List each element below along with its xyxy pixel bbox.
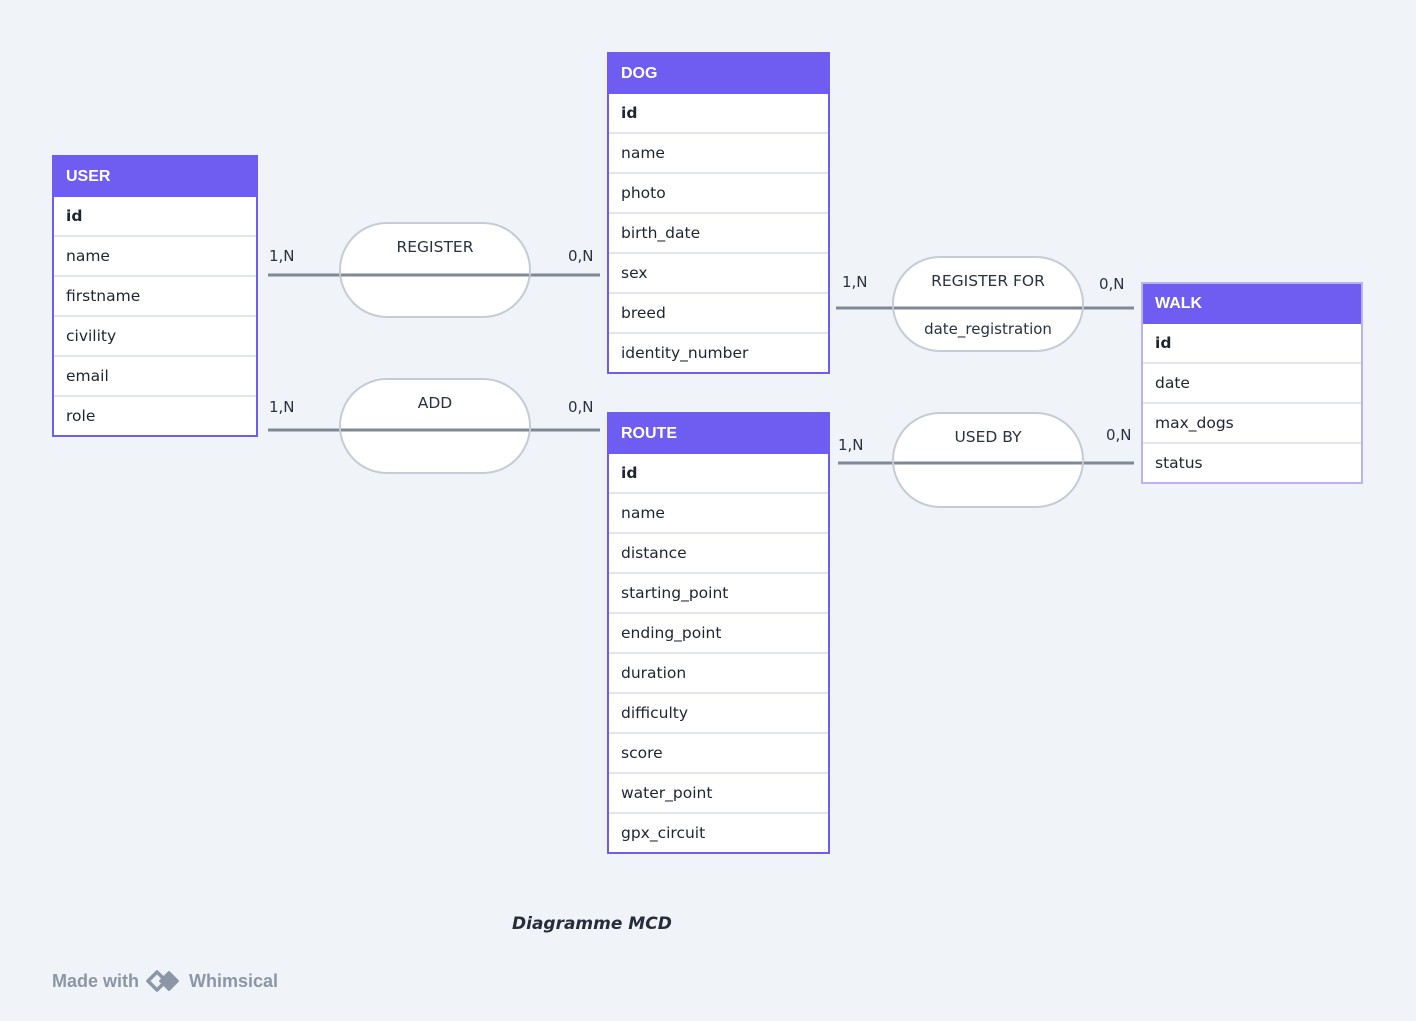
entity-dog[interactable]: DOG id name photo birth_date sex breed i…: [607, 52, 830, 374]
entity-user[interactable]: USER id name firstname civility email ro…: [52, 155, 258, 437]
entity-field: name: [609, 134, 828, 174]
entity-field: civility: [54, 317, 256, 357]
entity-title: WALK: [1143, 284, 1361, 324]
entity-walk[interactable]: WALK id date max_dogs status: [1141, 282, 1363, 484]
cardinality-user-register: 1,N: [269, 247, 295, 265]
entity-title: ROUTE: [609, 414, 828, 454]
entity-field: date: [1143, 364, 1361, 404]
cardinality-dog-register: 0,N: [568, 247, 594, 265]
entity-field: name: [609, 494, 828, 534]
cardinality-user-add: 1,N: [269, 398, 295, 416]
entity-field: distance: [609, 534, 828, 574]
diagram-canvas: REGISTER ADD REGISTER FOR date_registrat…: [0, 0, 1416, 1021]
association-name: USED BY: [954, 428, 1022, 446]
entity-field: difficulty: [609, 694, 828, 734]
entity-field-primary-key: id: [609, 94, 828, 134]
made-with-label: Made with: [52, 970, 140, 991]
entity-title: USER: [54, 157, 256, 197]
entity-title: DOG: [609, 54, 828, 94]
entity-field: identity_number: [621, 344, 749, 362]
entity-field: firstname: [54, 277, 256, 317]
entity-field: water_point: [609, 774, 828, 814]
association-register[interactable]: REGISTER: [339, 222, 531, 318]
association-register-for[interactable]: REGISTER FOR date_registration: [892, 256, 1084, 352]
association-attribute: date_registration: [924, 320, 1052, 338]
entity-field: sex: [609, 254, 828, 294]
entity-field: duration: [609, 654, 828, 694]
association-name: ADD: [417, 394, 453, 412]
cardinality-walk-used-by: 0,N: [1106, 426, 1132, 444]
made-with-whimsical-badge[interactable]: Made with Whimsical: [52, 967, 278, 995]
entity-field: ending_point: [609, 614, 828, 654]
entity-field-primary-key: id: [54, 197, 256, 237]
cardinality-dog-register-for: 1,N: [842, 273, 868, 291]
association-add[interactable]: ADD: [339, 378, 531, 474]
cardinality-route-add: 0,N: [568, 398, 594, 416]
entity-field: name: [54, 237, 256, 277]
whimsical-logo-icon: [145, 967, 183, 995]
association-name: REGISTER FOR: [931, 272, 1045, 290]
association-name: REGISTER: [396, 238, 474, 256]
association-used-by[interactable]: USED BY: [892, 412, 1084, 508]
entity-field-primary-key: id: [1143, 324, 1361, 364]
cardinality-route-used-by: 1,N: [838, 436, 864, 454]
cardinality-walk-register-for: 0,N: [1099, 275, 1125, 293]
entity-field: starting_point: [609, 574, 828, 614]
diagram-caption: Diagramme MCD: [512, 914, 672, 934]
entity-field: max_dogs: [1143, 404, 1361, 444]
entity-field: birth_date: [609, 214, 828, 254]
entity-field: photo: [609, 174, 828, 214]
entity-field: breed: [609, 294, 828, 334]
entity-field: gpx_circuit: [621, 824, 706, 842]
entity-field: status: [1155, 454, 1203, 472]
whimsical-brand: Whimsical: [189, 970, 279, 991]
entity-route[interactable]: ROUTE id name distance starting_point en…: [607, 412, 830, 854]
entity-field: score: [609, 734, 828, 774]
entity-field: role: [66, 407, 96, 425]
entity-field: email: [54, 357, 256, 397]
entity-field-primary-key: id: [609, 454, 828, 494]
